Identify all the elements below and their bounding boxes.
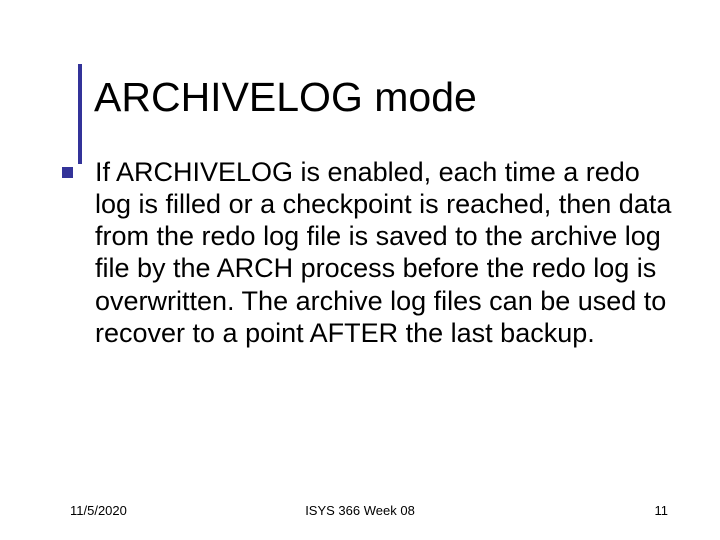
accent-rule (78, 64, 82, 164)
body-block: If ARCHIVELOG is enabled, each time a re… (62, 156, 682, 349)
slide: ARCHIVELOG mode If ARCHIVELOG is enabled… (0, 0, 720, 540)
body-text: If ARCHIVELOG is enabled, each time a re… (95, 156, 682, 349)
bullet-item: If ARCHIVELOG is enabled, each time a re… (62, 156, 682, 349)
slide-title: ARCHIVELOG mode (94, 74, 477, 121)
title-block: ARCHIVELOG mode (94, 74, 477, 121)
footer-course: ISYS 366 Week 08 (0, 503, 720, 518)
square-bullet-icon (62, 167, 73, 178)
footer-page-number: 11 (655, 503, 669, 518)
